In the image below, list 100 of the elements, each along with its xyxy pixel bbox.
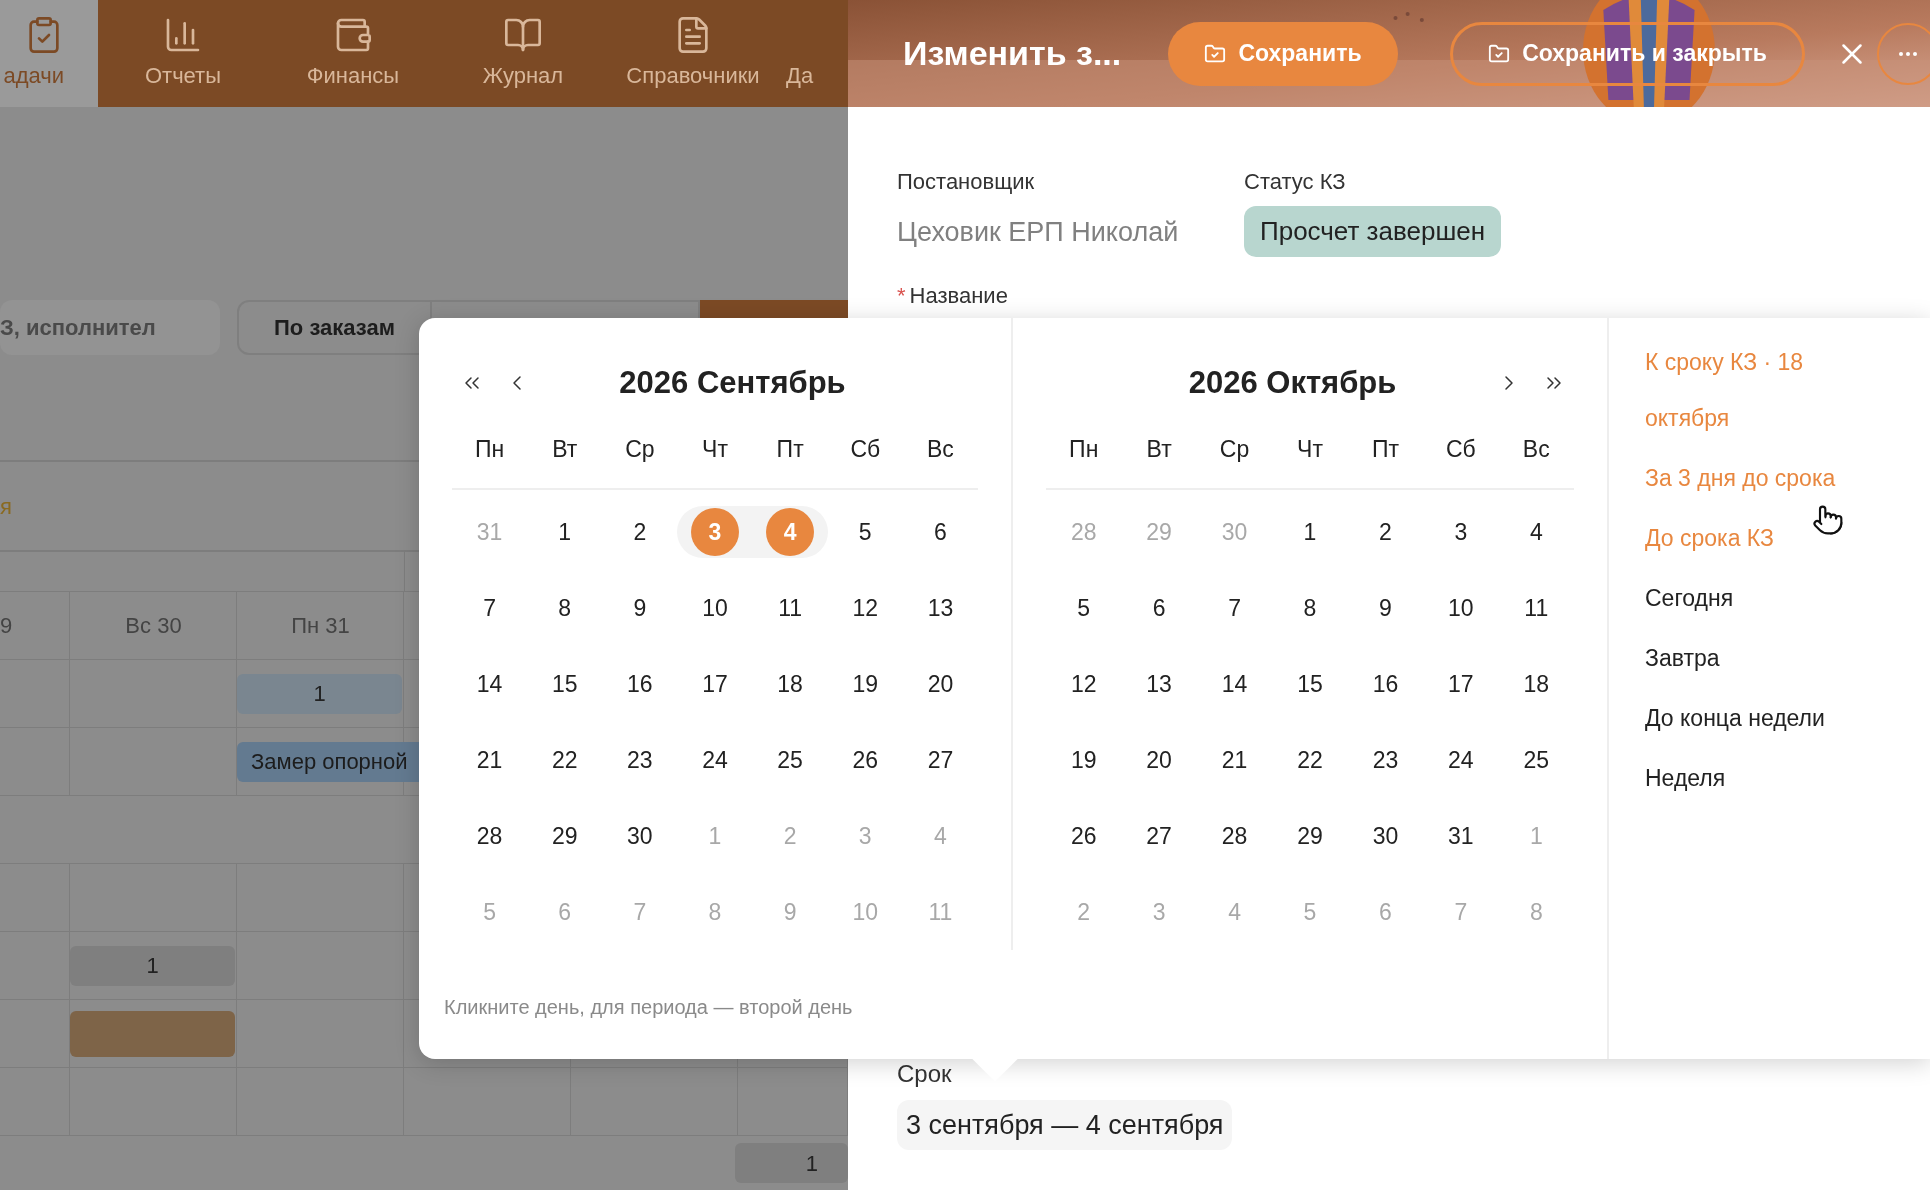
calendar-day[interactable]: 14 (1210, 660, 1259, 708)
calendar-day[interactable]: 30 (615, 812, 664, 860)
day-column-header: 9 (0, 612, 14, 640)
schedule-bar[interactable]: 1 (70, 945, 235, 986)
calendar-day[interactable]: 29 (540, 812, 589, 860)
field-label: Статус КЗ (1244, 168, 1347, 196)
calendar-day[interactable]: 5 (841, 508, 890, 556)
calendar-day[interactable]: 16 (1361, 660, 1410, 708)
weekday-label: Пн (1068, 434, 1100, 464)
calendar-day[interactable]: 22 (540, 736, 589, 784)
calendar-day[interactable]: 11 (766, 584, 815, 632)
weekday-label: Вс (1521, 434, 1551, 464)
weekday-label: Пт (1370, 434, 1400, 464)
calendar-day[interactable]: 8 (540, 584, 589, 632)
status-tag[interactable]: Просчет завершен (1244, 206, 1502, 257)
preset-option[interactable]: Завтра (1645, 630, 1875, 686)
calendar-day[interactable]: 15 (540, 660, 589, 708)
calendar-day[interactable]: 8 (1286, 584, 1334, 632)
calendar-day[interactable]: 5 (1059, 584, 1108, 632)
calendar-day[interactable]: 6 (916, 508, 965, 556)
schedule-bar[interactable] (70, 1010, 235, 1057)
calendar-day[interactable]: 13 (1135, 660, 1184, 708)
calendar-day[interactable]: 26 (841, 736, 890, 784)
calendar-day[interactable]: 17 (1436, 660, 1485, 708)
schedule-bar[interactable]: 1 (735, 1143, 848, 1183)
field-label: Название (909, 283, 1008, 309)
calendar-day[interactable]: 6 (1135, 584, 1184, 632)
field-label: Постановщик (897, 168, 1036, 196)
weekday-label: Чт (701, 434, 729, 464)
calendar-day[interactable]: 9 (615, 584, 664, 632)
calendar-day[interactable]: 4 (1512, 508, 1561, 556)
calendar-day[interactable]: 1 (540, 508, 589, 556)
calendar-day[interactable]: 20 (916, 660, 965, 708)
calendar-day[interactable]: 7 (465, 584, 514, 632)
weekday-label: Ср (624, 434, 656, 464)
calendar-day[interactable]: 12 (1059, 660, 1108, 708)
calendar-day[interactable]: 18 (1512, 660, 1561, 708)
field-label: Срок (897, 1058, 952, 1089)
nav-tab[interactable]: Отчеты (98, 0, 268, 107)
weekday-label: Сб (849, 434, 882, 464)
calendar-day[interactable]: 28 (465, 812, 514, 860)
calendar-day[interactable]: 29 (1286, 812, 1334, 860)
calendar-day[interactable]: 20 (1135, 736, 1184, 784)
nav-tab[interactable]: Да (778, 0, 848, 107)
preset-option[interactable]: Сегодня (1645, 570, 1875, 626)
calendar-day[interactable]: 17 (691, 660, 739, 708)
calendar-day[interactable]: 27 (916, 736, 965, 784)
calendar-day[interactable]: 10 (691, 584, 739, 632)
calendar-day[interactable]: 16 (615, 660, 664, 708)
calendar-day[interactable]: 27 (1135, 812, 1184, 860)
calendar-day[interactable]: 18 (766, 660, 815, 708)
calendar-day[interactable]: 2 (1361, 508, 1410, 556)
calendar-day[interactable]: 13 (916, 584, 965, 632)
nav-tab[interactable]: Финансы (268, 0, 438, 107)
nav-tab[interactable]: Журнал (438, 0, 608, 107)
calendar-day[interactable]: 15 (1286, 660, 1334, 708)
weekday-label: Вт (1145, 434, 1173, 464)
calendar-day[interactable]: 21 (465, 736, 514, 784)
calendar-day[interactable]: 30 (1361, 812, 1410, 860)
calendar-day[interactable]: 19 (1059, 736, 1108, 784)
calendar-day[interactable]: 24 (691, 736, 739, 784)
calendar-day[interactable]: 7 (1210, 584, 1259, 632)
weekday-label: Пн (473, 434, 506, 464)
deadline-field[interactable]: 3 сентября — 4 сентября (897, 1099, 1233, 1150)
calendar-day[interactable]: 23 (615, 736, 664, 784)
more-icon (1899, 51, 1917, 56)
calendar-day[interactable]: 10 (1436, 584, 1485, 632)
required-mark: * (897, 283, 906, 309)
calendar-day[interactable]: 31 (1436, 812, 1485, 860)
section-label: я (0, 492, 12, 521)
calendar-day[interactable]: 23 (1361, 736, 1410, 784)
preset-option[interactable]: До конца недели (1645, 690, 1875, 746)
calendar-day[interactable]: 14 (465, 660, 514, 708)
calendar-day[interactable]: 19 (841, 660, 890, 708)
weekday-label: Ср (1218, 434, 1251, 464)
calendar-day[interactable]: 28 (1210, 812, 1259, 860)
calendar-day[interactable]: 12 (841, 584, 890, 632)
calendar-day[interactable]: 3 (1436, 508, 1485, 556)
calendar-day[interactable]: 22 (1286, 736, 1334, 784)
calendar-day[interactable]: 9 (1361, 584, 1410, 632)
folder-check-icon (1204, 42, 1227, 65)
weekday-label: Вт (551, 434, 579, 464)
calendar-day[interactable]: 21 (1210, 736, 1259, 784)
preset-option[interactable]: Неделя (1645, 750, 1875, 806)
calendar-day[interactable]: 24 (1436, 736, 1485, 784)
calendar-day[interactable]: 25 (1512, 736, 1561, 784)
schedule-bar[interactable]: 1 (237, 673, 402, 714)
calendar-day[interactable]: 11 (1512, 584, 1561, 632)
calendar-day[interactable]: 26 (1059, 812, 1108, 860)
month-title: 2026 Сентябрь (618, 363, 847, 402)
calendar-day[interactable]: 25 (766, 736, 815, 784)
weekday-label: Сб (1444, 434, 1477, 464)
folder-check-icon (1488, 42, 1511, 65)
weekday-label: Вс (926, 434, 955, 464)
nav-tab[interactable]: Справочники (608, 0, 778, 107)
weekday-label: Пт (775, 434, 805, 464)
calendar-day[interactable]: 2 (615, 508, 664, 556)
calendar-day[interactable]: 1 (1286, 508, 1334, 556)
day-column-header: Вс 30 (124, 612, 183, 640)
weekday-label: Чт (1296, 434, 1324, 464)
